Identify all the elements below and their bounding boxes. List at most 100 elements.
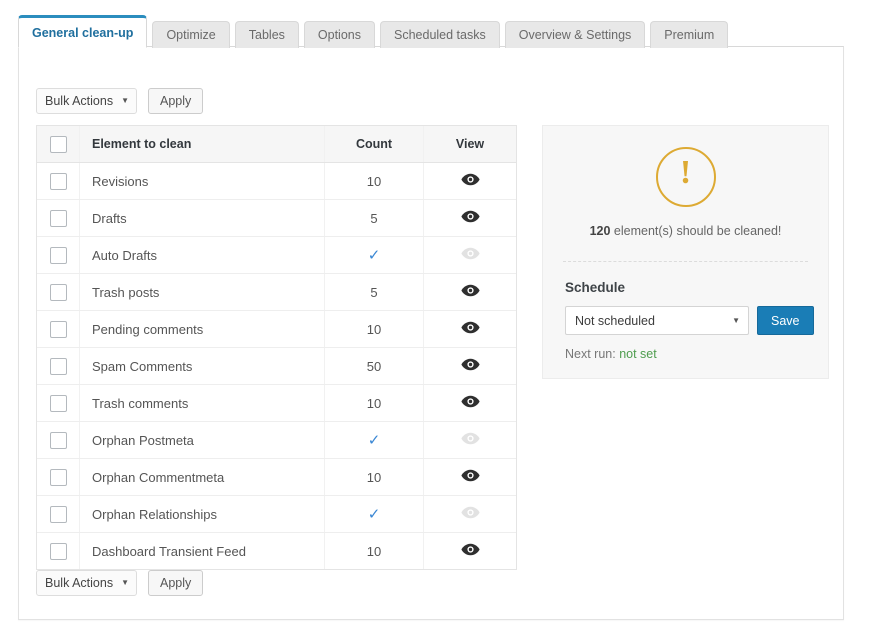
table-row: Orphan Commentmeta 10 bbox=[37, 458, 516, 496]
row-view-cell bbox=[423, 384, 516, 422]
row-count-value: 10 bbox=[366, 469, 382, 485]
table-body: Revisions 10 Drafts 5 Auto Drafts ✓ Trash post… bbox=[37, 162, 516, 569]
eye-icon bbox=[460, 247, 480, 260]
tab-label: General clean-up bbox=[32, 26, 134, 40]
warning-block: ! 120 element(s) should be cleaned! bbox=[543, 126, 828, 238]
schedule-title: Schedule bbox=[565, 280, 626, 295]
chevron-down-icon: ▼ bbox=[121, 96, 130, 105]
row-element-name: Trash posts bbox=[79, 273, 325, 311]
bulk-actions-bar-bottom: Bulk Actions ▼ Apply bbox=[36, 570, 204, 596]
bulk-actions-select-value: Bulk Actions bbox=[45, 576, 114, 590]
row-count-cell: 50 bbox=[324, 347, 424, 385]
row-count-value: 5 bbox=[370, 284, 378, 300]
apply-button-label: Apply bbox=[160, 576, 192, 590]
table-row: Trash comments 10 bbox=[37, 384, 516, 422]
row-checkbox[interactable] bbox=[49, 246, 67, 264]
table-row: Orphan Relationships ✓ bbox=[37, 495, 516, 533]
tab-options[interactable]: Options bbox=[303, 21, 375, 48]
status-panel: ! 120 element(s) should be cleaned! Sche… bbox=[542, 125, 829, 379]
row-view-cell bbox=[423, 458, 516, 496]
schedule-select[interactable]: Not scheduled ▼ bbox=[565, 306, 749, 335]
apply-button-bottom[interactable]: Apply bbox=[148, 570, 204, 596]
row-checkbox[interactable] bbox=[49, 505, 67, 523]
next-run-label: Next run: bbox=[565, 347, 620, 361]
tab-tables[interactable]: Tables bbox=[234, 21, 299, 48]
tab-scheduled-tasks[interactable]: Scheduled tasks bbox=[380, 21, 500, 48]
eye-icon[interactable] bbox=[460, 358, 480, 371]
next-run-row: Next run: not set bbox=[565, 347, 828, 361]
row-count-value: 5 bbox=[370, 210, 378, 226]
row-checkbox[interactable] bbox=[49, 542, 67, 560]
row-view-cell bbox=[423, 273, 516, 311]
table-row: Pending comments 10 bbox=[37, 310, 516, 348]
column-header-element: Element to clean bbox=[79, 126, 325, 163]
check-icon: ✓ bbox=[367, 505, 381, 523]
row-checkbox-cell bbox=[37, 347, 80, 385]
row-checkbox[interactable] bbox=[49, 394, 67, 412]
row-checkbox[interactable] bbox=[49, 209, 67, 227]
row-element-name: Orphan Commentmeta bbox=[79, 458, 325, 496]
apply-button-label: Apply bbox=[160, 94, 192, 108]
row-checkbox[interactable] bbox=[49, 468, 67, 486]
row-element-name: Dashboard Transient Feed bbox=[92, 543, 246, 559]
tab-overview-settings[interactable]: Overview & Settings bbox=[504, 21, 646, 48]
exclamation-circle-icon: ! bbox=[655, 147, 716, 207]
table-row: Trash posts 5 bbox=[37, 273, 516, 311]
row-element-name: Orphan Postmeta bbox=[79, 421, 325, 459]
column-header-count: Count bbox=[324, 126, 424, 163]
select-all-checkbox[interactable] bbox=[49, 135, 67, 153]
row-count-cell: ✓ bbox=[324, 421, 424, 459]
row-element-name: Revisions bbox=[79, 162, 325, 200]
check-icon: ✓ bbox=[367, 431, 381, 449]
save-button-label: Save bbox=[771, 314, 800, 328]
eye-icon[interactable] bbox=[460, 284, 480, 297]
eye-icon[interactable] bbox=[460, 469, 480, 482]
eye-icon[interactable] bbox=[460, 321, 480, 334]
eye-icon[interactable] bbox=[460, 543, 480, 556]
bulk-actions-select-bottom[interactable]: Bulk Actions ▼ bbox=[36, 570, 138, 596]
bulk-actions-select-top[interactable]: Bulk Actions ▼ bbox=[36, 88, 138, 114]
schedule-row: Not scheduled ▼ Save bbox=[565, 306, 828, 335]
row-count-cell: 5 bbox=[324, 273, 424, 311]
tab-label: Scheduled tasks bbox=[394, 28, 486, 42]
row-checkbox[interactable] bbox=[49, 283, 67, 301]
row-checkbox-cell bbox=[37, 495, 80, 533]
select-all-header bbox=[37, 126, 80, 163]
row-count-cell: 10 bbox=[324, 310, 424, 348]
exclamation-glyph: ! bbox=[679, 154, 692, 191]
eye-icon[interactable] bbox=[460, 173, 480, 186]
content-panel: Bulk Actions ▼ Apply Element to clean Co… bbox=[18, 46, 844, 620]
row-count-value: 10 bbox=[366, 173, 382, 189]
row-view-cell bbox=[423, 162, 516, 200]
table-row: Auto Drafts ✓ bbox=[37, 236, 516, 274]
row-view-cell bbox=[423, 532, 516, 569]
row-count-cell: 10 bbox=[324, 532, 424, 569]
tab-general-clean-up[interactable]: General clean-up bbox=[18, 15, 148, 48]
row-view-cell bbox=[423, 236, 516, 274]
tab-premium[interactable]: Premium bbox=[650, 21, 729, 48]
apply-button-top[interactable]: Apply bbox=[148, 88, 204, 114]
row-checkbox[interactable] bbox=[49, 320, 67, 338]
row-checkbox[interactable] bbox=[49, 172, 67, 190]
save-button[interactable]: Save bbox=[757, 306, 814, 335]
row-checkbox[interactable] bbox=[49, 431, 67, 449]
row-count-value: 10 bbox=[366, 395, 382, 411]
row-view-cell bbox=[423, 495, 516, 533]
eye-icon[interactable] bbox=[460, 395, 480, 408]
cleanup-count: 120 bbox=[589, 224, 611, 238]
row-element-name: Drafts bbox=[79, 199, 325, 237]
row-view-cell bbox=[423, 421, 516, 459]
row-checkbox[interactable] bbox=[49, 357, 67, 375]
schedule-select-value: Not scheduled bbox=[575, 313, 655, 328]
next-run-value: not set bbox=[619, 347, 657, 361]
cleanup-message: element(s) should be cleaned! bbox=[610, 224, 782, 238]
tab-label: Options bbox=[317, 28, 361, 42]
chevron-down-icon: ▼ bbox=[121, 578, 130, 587]
row-checkbox-cell bbox=[37, 273, 80, 311]
tab-optimize[interactable]: Optimize bbox=[152, 21, 230, 48]
row-element-name: Spam Comments bbox=[79, 347, 325, 385]
table-row: Spam Comments 50 bbox=[37, 347, 516, 385]
row-checkbox-cell bbox=[37, 310, 80, 348]
row-count-cell: 10 bbox=[324, 458, 424, 496]
eye-icon[interactable] bbox=[460, 210, 480, 223]
